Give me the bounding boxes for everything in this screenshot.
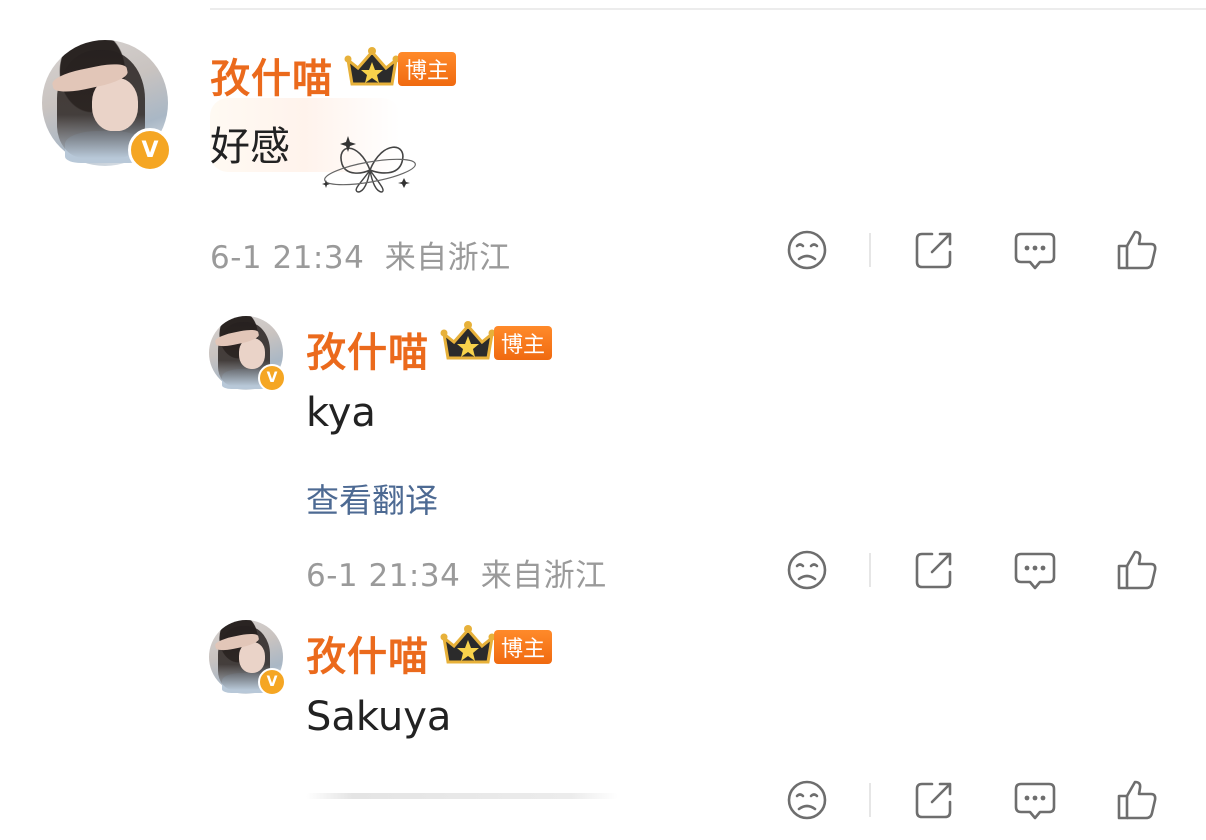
timestamp: 6-1 21:34 <box>306 558 461 594</box>
dislike-icon <box>787 780 827 820</box>
comment-meta: 6-1 21:34 来自浙江 <box>210 232 511 277</box>
comment-icon <box>1014 782 1056 820</box>
comment-text: 好感 <box>210 124 290 170</box>
like-button[interactable] <box>1113 546 1161 594</box>
user-name[interactable]: 孜什喵 <box>210 46 333 104</box>
comment-meta: 6-1 21:34 来自浙江 <box>306 550 607 595</box>
verified-badge-icon: V <box>128 128 172 172</box>
crown-icon <box>440 321 496 360</box>
share-button[interactable] <box>910 226 958 274</box>
share-icon <box>915 232 952 269</box>
comment-text: kya <box>306 390 376 436</box>
action-divider <box>869 783 871 817</box>
blogger-badge: 博主 <box>494 326 552 360</box>
top-divider <box>210 8 1206 10</box>
location: 来自浙江 <box>480 558 607 594</box>
comment-button[interactable] <box>1011 546 1059 594</box>
crown-icon <box>344 47 400 86</box>
dislike-button[interactable] <box>783 776 831 824</box>
dislike-icon <box>787 550 827 590</box>
user-name[interactable]: 孜什喵 <box>306 320 429 378</box>
verified-badge-icon: V <box>258 668 286 696</box>
blogger-badge: 博主 <box>398 52 456 86</box>
action-divider <box>869 233 871 267</box>
comment-text: Sakuya <box>306 694 452 740</box>
like-button[interactable] <box>1113 226 1161 274</box>
like-icon <box>1117 780 1157 820</box>
like-icon <box>1117 550 1157 590</box>
translate-link[interactable]: 查看翻译 <box>306 474 438 522</box>
crown-icon <box>440 625 496 664</box>
obscured-meta <box>306 793 618 799</box>
user-name[interactable]: 孜什喵 <box>306 624 429 682</box>
dislike-button[interactable] <box>783 546 831 594</box>
comment-icon <box>1014 232 1056 270</box>
verified-badge-icon: V <box>258 364 286 392</box>
timestamp: 6-1 21:34 <box>210 240 365 276</box>
like-button[interactable] <box>1113 776 1161 824</box>
like-icon <box>1117 230 1157 270</box>
location: 来自浙江 <box>384 240 511 276</box>
comment-icon <box>1014 552 1056 590</box>
dislike-button[interactable] <box>783 226 831 274</box>
blogger-badge: 博主 <box>494 630 552 664</box>
share-icon <box>915 552 952 589</box>
share-icon <box>915 782 952 819</box>
dislike-icon <box>787 230 827 270</box>
share-button[interactable] <box>910 546 958 594</box>
butterfly-sticker-icon <box>322 136 416 193</box>
share-button[interactable] <box>910 776 958 824</box>
comment-button[interactable] <box>1011 226 1059 274</box>
comment-button[interactable] <box>1011 776 1059 824</box>
action-divider <box>869 553 871 587</box>
